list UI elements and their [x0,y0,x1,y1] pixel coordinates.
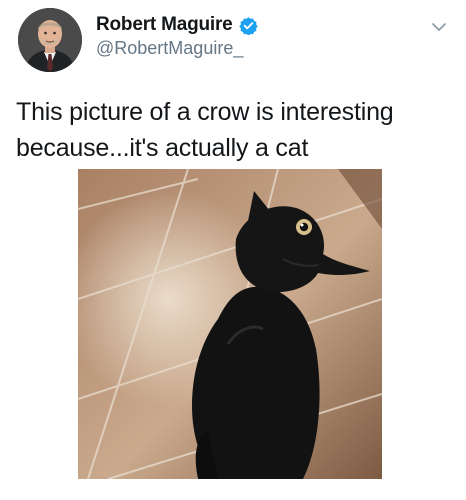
author-display-name[interactable]: Robert Maguire [96,14,233,36]
avatar[interactable] [18,8,82,72]
tweet-media-photo[interactable] [78,169,382,479]
tweet-text-line-1: This picture of a crow is interesting [16,98,394,126]
author-handle[interactable]: @RobertMaguire_ [96,38,243,59]
tweet-card: Robert Maguire @RobertMaguire_ This pict… [0,0,466,500]
tweet-text: This picture of a crow is interesting be… [16,94,456,166]
tweet-text-line-2: because...it's actually a cat [16,134,309,162]
verified-badge-icon [238,16,258,35]
chevron-down-icon[interactable] [430,20,448,34]
author-name-row: Robert Maguire [96,14,258,36]
